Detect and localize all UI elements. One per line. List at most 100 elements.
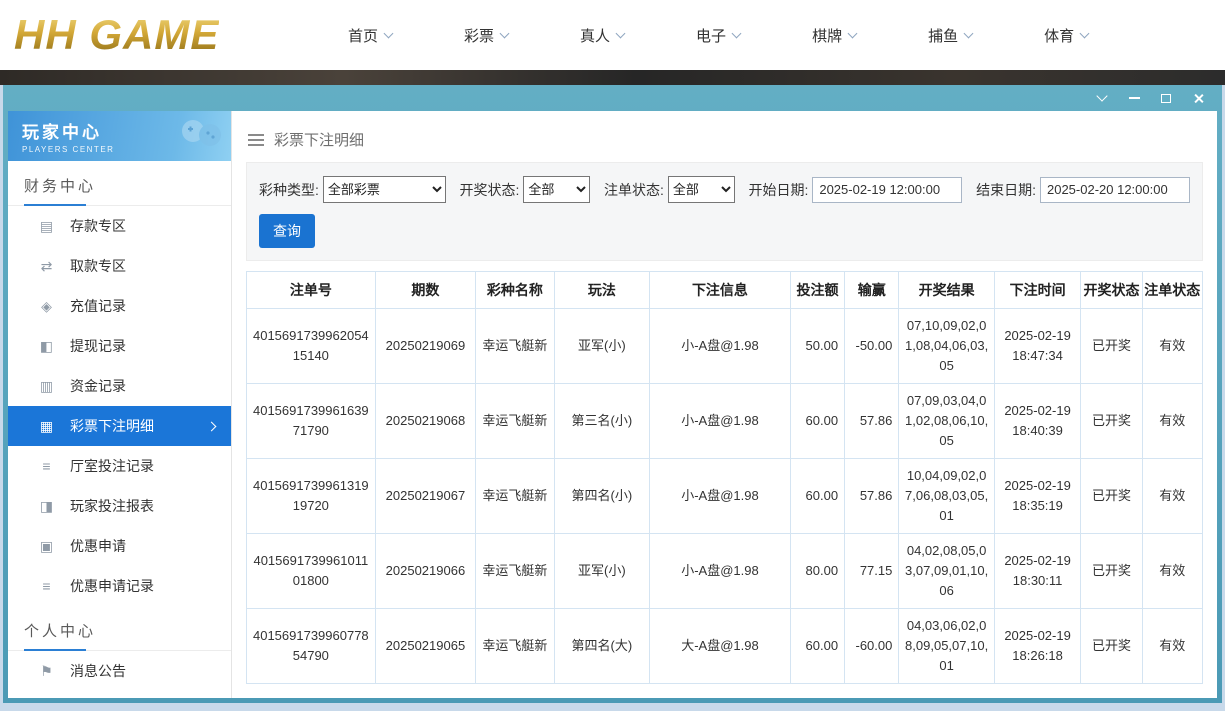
- sidebar-section-finance: 财务中心: [8, 161, 231, 206]
- nav-item-label: 真人: [580, 25, 610, 46]
- start-date-label: 开始日期:: [748, 180, 808, 200]
- site-logo-text: HH GAME: [14, 11, 219, 58]
- sidebar-item-label: 优惠申请记录: [70, 576, 154, 596]
- table-header-cell: 彩种名称: [476, 272, 554, 309]
- table-cell: 幸运飞艇新: [476, 534, 554, 609]
- maximize-button[interactable]: [1154, 88, 1178, 108]
- table-cell: 大-A盘@1.98: [650, 609, 791, 684]
- table-cell: 2025-02-19 18:30:11: [994, 534, 1080, 609]
- menu-icon[interactable]: [248, 134, 264, 146]
- site-logo: HH GAME: [0, 11, 300, 59]
- table-row: 401569173996205415140 20250219069 幸运飞艇新 …: [247, 309, 1203, 384]
- page-title: 彩票下注明细: [274, 129, 364, 150]
- bet-detail-table: 注单号 期数 彩种名称 玩法 下注信息 投注额 输赢 开奖结果 下注时间 开奖状…: [246, 271, 1203, 684]
- query-button[interactable]: 查询: [259, 214, 315, 248]
- table-cell: 小-A盘@1.98: [650, 534, 791, 609]
- table-cell: 已开奖: [1081, 609, 1142, 684]
- table-cell: 亚军(小): [554, 309, 649, 384]
- sidebar-item-deposit[interactable]: ▤ 存款专区: [8, 206, 231, 246]
- table-header-cell: 下注时间: [994, 272, 1080, 309]
- sidebar-item-label: 资金记录: [70, 376, 126, 396]
- table-cell: 20250219065: [375, 609, 476, 684]
- sidebar-item-label: 提现记录: [70, 336, 126, 356]
- filter-panel: 彩种类型: 全部彩票 开奖状态: 全部 注单状态: 全部 开始日期:: [246, 162, 1203, 261]
- player-center-window: 玩家中心 PLAYERS CENTER 财务中心 ▤ 存款专区 ⇄ 取款专区: [3, 85, 1222, 703]
- nav-item-fishing[interactable]: 捕鱼: [928, 15, 972, 56]
- table-cell: 2025-02-19 18:40:39: [994, 384, 1080, 459]
- nav-item-slots[interactable]: 电子: [696, 15, 740, 56]
- nav-item-label: 捕鱼: [928, 25, 958, 46]
- table-cell: 有效: [1142, 384, 1202, 459]
- sidebar: 玩家中心 PLAYERS CENTER 财务中心 ▤ 存款专区 ⇄ 取款专区: [8, 111, 232, 698]
- nav-item-live[interactable]: 真人: [580, 15, 624, 56]
- table-header-cell: 下注信息: [650, 272, 791, 309]
- table-cell: 77.15: [845, 534, 899, 609]
- background-page-bottom-strip: [0, 703, 1225, 711]
- collapse-icon: [1096, 90, 1107, 101]
- promo-apply-record-icon: ≡: [38, 578, 55, 594]
- announcement-icon: ⚑: [38, 663, 55, 680]
- table-row: 401569173996163971790 20250219068 幸运飞艇新 …: [247, 384, 1203, 459]
- table-header-cell: 输赢: [845, 272, 899, 309]
- maximize-icon: [1161, 94, 1171, 103]
- nav-item-lottery[interactable]: 彩票: [464, 15, 508, 56]
- table-header-row: 注单号 期数 彩种名称 玩法 下注信息 投注额 输赢 开奖结果 下注时间 开奖状…: [247, 272, 1203, 309]
- table-header-cell: 注单号: [247, 272, 376, 309]
- sidebar-item-promo-apply-record[interactable]: ≡ 优惠申请记录: [8, 566, 231, 606]
- sidebar-item-lottery-bet-detail[interactable]: ▦ 彩票下注明细: [8, 406, 231, 446]
- main-content: 彩票下注明细 彩种类型: 全部彩票 开奖状态: 全部 注单状态:: [232, 111, 1217, 698]
- minimize-button[interactable]: [1122, 88, 1146, 108]
- chevron-down-icon: [964, 28, 974, 38]
- hall-bet-record-icon: ≡: [38, 458, 55, 474]
- table-cell: 幸运飞艇新: [476, 309, 554, 384]
- close-button[interactable]: [1186, 88, 1210, 108]
- sidebar-item-label: 充值记录: [70, 296, 126, 316]
- table-cell: 第四名(小): [554, 459, 649, 534]
- nav-item-sports[interactable]: 体育: [1044, 15, 1088, 56]
- sidebar-item-withdraw[interactable]: ⇄ 取款专区: [8, 246, 231, 286]
- table-cell: 小-A盘@1.98: [650, 384, 791, 459]
- table-cell: 80.00: [790, 534, 844, 609]
- table-cell: 401569173996077854790: [247, 609, 376, 684]
- site-main-nav: 首页 彩票 真人 电子 棋牌 捕鱼 体育: [348, 15, 1160, 56]
- end-date-input[interactable]: [1040, 177, 1190, 203]
- chevron-down-icon: [616, 28, 626, 38]
- table-row: 401569173996101101800 20250219066 幸运飞艇新 …: [247, 534, 1203, 609]
- sidebar-item-player-bet-report[interactable]: ◨ 玩家投注报表: [8, 486, 231, 526]
- funds-record-icon: ▥: [38, 378, 55, 395]
- table-cell: 401569173996205415140: [247, 309, 376, 384]
- table-row: 401569173996131919720 20250219067 幸运飞艇新 …: [247, 459, 1203, 534]
- table-cell: -60.00: [845, 609, 899, 684]
- sidebar-item-recharge-record[interactable]: ◈ 充值记录: [8, 286, 231, 326]
- nav-item-home[interactable]: 首页: [348, 15, 392, 56]
- chevron-down-icon: [384, 28, 394, 38]
- nav-item-label: 电子: [696, 25, 726, 46]
- lottery-type-select[interactable]: 全部彩票: [323, 176, 446, 203]
- sidebar-item-label: 彩票下注明细: [70, 416, 154, 436]
- sidebar-item-hall-bet-record[interactable]: ≡ 厅室投注记录: [8, 446, 231, 486]
- close-icon: [1193, 93, 1204, 104]
- draw-status-select[interactable]: 全部: [523, 176, 590, 203]
- table-cell: 60.00: [790, 459, 844, 534]
- sidebar-item-promo-apply[interactable]: ▣ 优惠申请: [8, 526, 231, 566]
- table-cell: 小-A盘@1.98: [650, 309, 791, 384]
- table-cell: 20250219066: [375, 534, 476, 609]
- order-status-select[interactable]: 全部: [668, 176, 735, 203]
- nav-item-cards[interactable]: 棋牌: [812, 15, 856, 56]
- table-cell: 有效: [1142, 609, 1202, 684]
- withdrawal-record-icon: ◧: [38, 338, 55, 355]
- sidebar-item-funds-record[interactable]: ▥ 资金记录: [8, 366, 231, 406]
- sidebar-item-withdrawal-record[interactable]: ◧ 提现记录: [8, 326, 231, 366]
- start-date-input[interactable]: [812, 177, 962, 203]
- table-cell: 已开奖: [1081, 459, 1142, 534]
- sidebar-item-announcements[interactable]: ⚑ 消息公告: [8, 651, 231, 691]
- table-header-cell: 期数: [375, 272, 476, 309]
- chevron-down-icon: [848, 28, 858, 38]
- table-cell: 已开奖: [1081, 534, 1142, 609]
- table-cell: 幸运飞艇新: [476, 609, 554, 684]
- page-header: 彩票下注明细: [246, 119, 1203, 162]
- collapse-button[interactable]: [1090, 88, 1114, 108]
- table-cell: 2025-02-19 18:26:18: [994, 609, 1080, 684]
- table-cell: 57.86: [845, 384, 899, 459]
- table-header-cell: 开奖状态: [1081, 272, 1142, 309]
